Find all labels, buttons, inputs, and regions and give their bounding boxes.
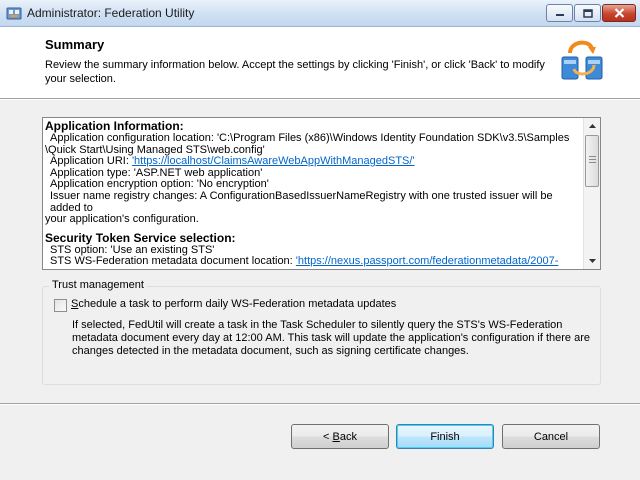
title-bar[interactable]: Administrator: Federation Utility <box>0 0 640 27</box>
sts-metadata-line: STS WS-Federation metadata document loca… <box>45 256 583 268</box>
close-button[interactable] <box>602 4 636 22</box>
schedule-updates-description: If selected, FedUtil will create a task … <box>72 319 590 357</box>
minimize-button[interactable] <box>546 4 573 22</box>
wizard-body: Application Information: Application con… <box>0 100 640 480</box>
page-title: Summary <box>45 37 105 52</box>
issuer-registry-line-2: your application's configuration. <box>45 213 199 226</box>
summary-content: Application Information: Application con… <box>45 120 583 268</box>
footer-divider <box>0 403 640 405</box>
sts-heading: Security Token Service selection: <box>45 230 236 245</box>
scroll-down-button[interactable] <box>584 253 600 269</box>
vertical-scrollbar[interactable] <box>583 118 600 269</box>
app-uri-link[interactable]: 'https://localhost/ClaimsAwareWebAppWith… <box>132 155 415 167</box>
page-description: Review the summary information below. Ac… <box>45 59 545 85</box>
federation-sync-icon <box>561 40 603 80</box>
federation-app-icon <box>6 7 22 20</box>
sts-metadata-link[interactable]: 'https://nexus.passport.com/federationme… <box>296 255 559 268</box>
wizard-header: Summary Review the summary information b… <box>0 27 640 99</box>
config-location-line: Application configuration location: 'C:\… <box>50 132 570 144</box>
maximize-button[interactable] <box>574 4 601 22</box>
trust-management-label: Trust management <box>49 279 147 291</box>
finish-button[interactable]: Finish <box>396 424 494 449</box>
minimize-icon <box>555 14 564 16</box>
close-icon <box>614 8 624 18</box>
scroll-down-arrow-icon <box>588 259 596 263</box>
app-uri-label: Application URI: <box>50 155 132 168</box>
sts-metadata-label: STS WS-Federation metadata document loca… <box>50 255 296 268</box>
back-button[interactable]: < Back <box>291 424 389 449</box>
maximize-icon <box>582 8 593 18</box>
scroll-up-button[interactable] <box>584 118 600 134</box>
scroll-up-arrow-icon <box>588 124 596 128</box>
cancel-button[interactable]: Cancel <box>502 424 600 449</box>
scroll-thumb[interactable] <box>585 135 599 187</box>
window-title: Administrator: Federation Utility <box>27 6 195 20</box>
issuer-registry-line: Issuer name registry changes: A Configur… <box>50 189 553 214</box>
summary-textbox[interactable]: Application Information: Application con… <box>42 117 601 270</box>
schedule-updates-label[interactable]: Schedule a task to perform daily WS-Fede… <box>71 298 396 310</box>
schedule-updates-checkbox[interactable] <box>54 299 67 312</box>
